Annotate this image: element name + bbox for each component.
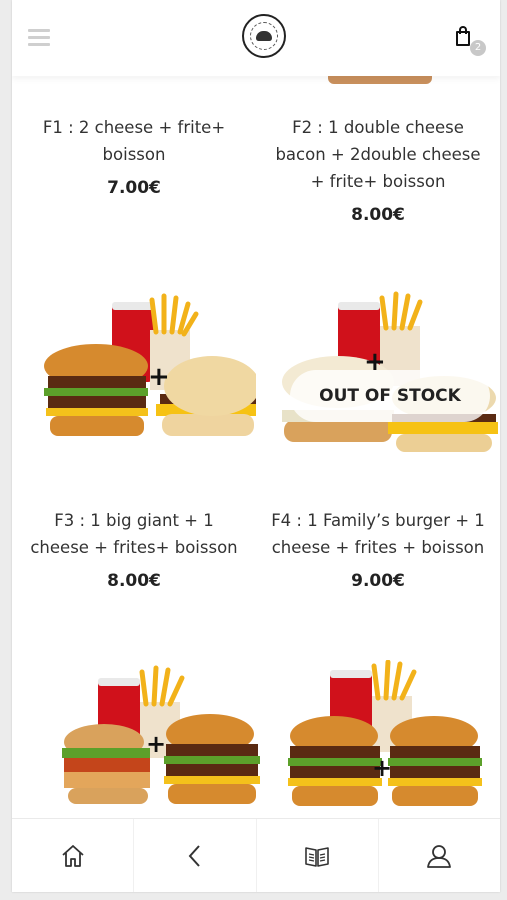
- product-name: F3 : 1 big giant + 1 cheese + frites+ bo…: [30, 511, 238, 557]
- nav-back[interactable]: [133, 819, 255, 892]
- user-icon: [427, 845, 452, 868]
- bottom-navigation: [12, 818, 500, 892]
- cart-count-badge: 2: [470, 40, 486, 56]
- out-of-stock-badge: OUT OF STOCK: [290, 370, 490, 422]
- cart-button[interactable]: 2: [456, 26, 486, 56]
- svg-text:+: +: [372, 754, 392, 782]
- product-name: F1 : 2 cheese + frite+ boisson: [42, 118, 226, 164]
- svg-text:+: +: [148, 362, 170, 392]
- app-frame: F1 : 2 cheese + frite+ boisson 7.00€ F2 …: [12, 0, 500, 892]
- product-card-f1[interactable]: F1 : 2 cheese + frite+ boisson 7.00€: [12, 114, 256, 198]
- menu-book-icon: [305, 847, 329, 867]
- product-image-f6[interactable]: +: [274, 660, 494, 820]
- product-name: F2 : 1 double cheese bacon + 2double che…: [275, 118, 481, 191]
- product-price: 8.00€: [351, 205, 405, 225]
- nav-menu[interactable]: [255, 819, 378, 892]
- product-price: 9.00€: [351, 571, 405, 591]
- product-card-f2[interactable]: F2 : 1 double cheese bacon + 2double che…: [256, 114, 500, 225]
- product-card-f4[interactable]: F4 : 1 Family’s burger + 1 cheese + frit…: [256, 507, 500, 591]
- svg-text:+: +: [146, 730, 166, 758]
- product-name: F4 : 1 Family’s burger + 1 cheese + frit…: [271, 511, 485, 557]
- product-price: 8.00€: [107, 571, 161, 591]
- home-icon: [62, 845, 84, 867]
- product-price: 7.00€: [107, 178, 161, 198]
- hamburger-menu-icon[interactable]: [28, 29, 50, 49]
- restaurant-logo[interactable]: [242, 14, 286, 58]
- nav-home[interactable]: [12, 819, 133, 892]
- nav-account[interactable]: [377, 819, 500, 892]
- product-image-f5[interactable]: +: [42, 660, 262, 820]
- back-chevron-icon: [188, 845, 200, 867]
- top-bar: 2: [12, 0, 500, 76]
- product-image-f3[interactable]: +: [26, 290, 256, 460]
- product-card-f3[interactable]: F3 : 1 big giant + 1 cheese + frites+ bo…: [12, 507, 256, 591]
